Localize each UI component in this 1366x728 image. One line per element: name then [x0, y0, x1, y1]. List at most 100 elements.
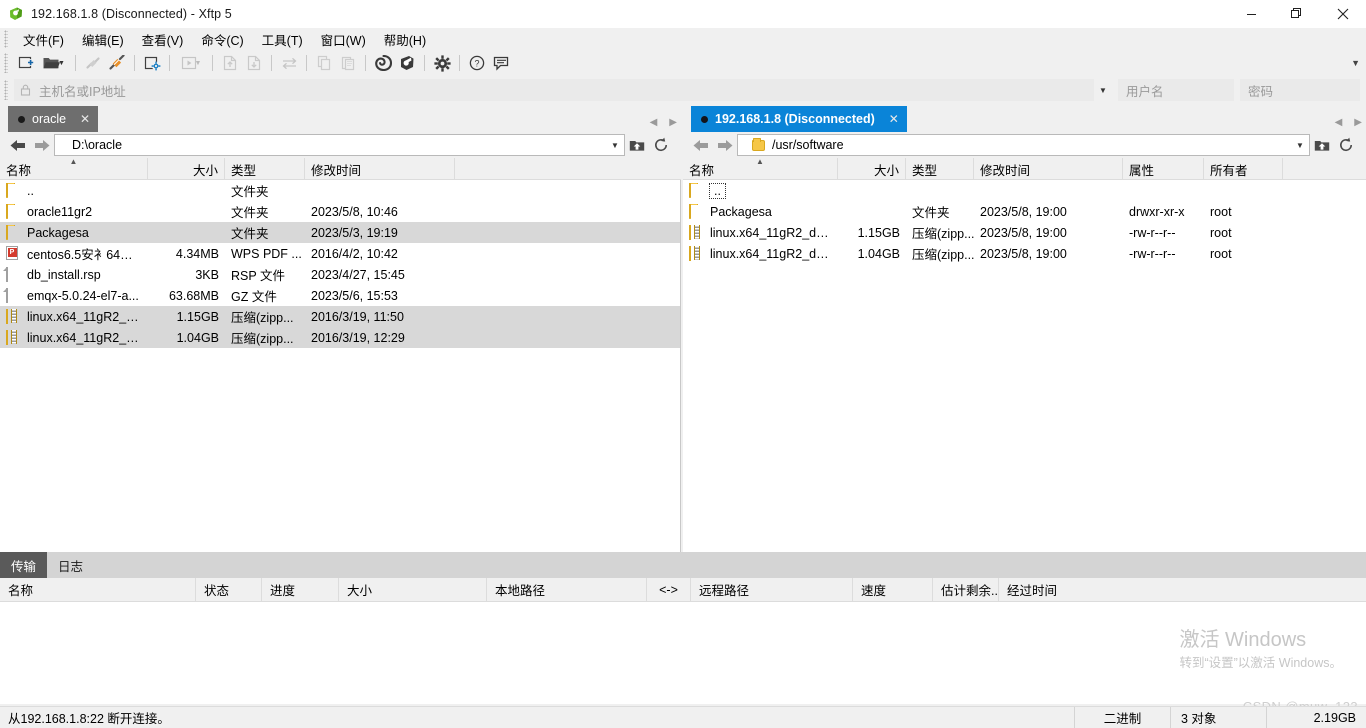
table-row[interactable]: .. 文件夹	[0, 180, 680, 201]
table-row[interactable]: linux.x64_11gR2_dat... 1.04GB 压缩(zipp... 20…	[683, 243, 1366, 264]
local-path-chevron-down-icon[interactable]: ▼	[606, 135, 624, 155]
remote-file-list[interactable]: .. Packagesa 文件夹 2023/5/8, 19:00 drwxr-xr-x r…	[683, 180, 1366, 552]
tab-prev-icon[interactable]: ◀	[1335, 117, 1343, 128]
tab-next-icon[interactable]: ▶	[669, 117, 677, 128]
table-row[interactable]: linux.x64_11gR2_dat... 1.15GB 压缩(zipp... 20…	[683, 222, 1366, 243]
addressbar-drag-grip[interactable]	[4, 80, 8, 100]
session-properties-icon[interactable]	[140, 52, 164, 74]
remote-refresh-icon[interactable]	[1334, 134, 1358, 156]
open-folder-icon[interactable]: ▼	[38, 52, 70, 74]
table-row[interactable]: Pcentos6.5安衤64位o... 4.34MB WPS PDF ... 2016…	[0, 243, 680, 264]
table-row[interactable]: Packagesa 文件夹 2023/5/3, 19:19	[0, 222, 680, 243]
menu-tools[interactable]: 工具(T)	[253, 28, 312, 51]
feedback-balloon-icon[interactable]	[489, 52, 513, 74]
remote-forward-arrow-icon[interactable]	[713, 134, 737, 156]
xcol-remote-path[interactable]: 远程路径	[691, 578, 853, 601]
table-row[interactable]: linux.x64_11gR2_dat... 1.15GB 压缩(zipp... 20…	[0, 306, 680, 327]
chevron-down-icon[interactable]: ▼	[58, 60, 65, 67]
table-row[interactable]: Packagesa 文件夹 2023/5/8, 19:00 drwxr-xr-x roo…	[683, 201, 1366, 222]
local-col-modified[interactable]: 修改时间	[305, 158, 455, 180]
local-path-input[interactable]: D:\oracle ▼	[54, 134, 625, 156]
help-question-icon[interactable]: ?	[465, 52, 489, 74]
chevron-down-icon[interactable]: ▼	[195, 60, 202, 67]
watermark-line1: 激活 Windows	[1179, 629, 1307, 651]
connect-icon[interactable]	[81, 52, 105, 74]
status-total-size: 2.19GB	[1266, 706, 1366, 728]
local-col-type[interactable]: 类型	[225, 158, 305, 180]
table-row[interactable]: ..	[683, 180, 1366, 201]
xcol-direction[interactable]: <->	[647, 578, 691, 601]
disconnect-icon[interactable]	[105, 52, 129, 74]
toolbar-overflow-icon[interactable]: ▼	[1351, 58, 1360, 68]
options-gear-icon[interactable]	[430, 52, 454, 74]
tab-prev-icon[interactable]: ◀	[650, 117, 658, 128]
username-input[interactable]: 用户名	[1118, 79, 1234, 101]
new-session-icon[interactable]	[14, 52, 38, 74]
tab-remote-session[interactable]: 192.168.1.8 (Disconnected) ✕	[691, 106, 907, 132]
tab-close-icon[interactable]: ✕	[80, 112, 90, 126]
menu-help[interactable]: 帮助(H)	[375, 28, 435, 51]
tab-transfer[interactable]: 传输	[0, 552, 48, 578]
synchronize-icon[interactable]	[277, 52, 301, 74]
local-refresh-icon[interactable]	[649, 134, 673, 156]
table-row[interactable]: emqx-5.0.24-el7-a... 63.68MB GZ 文件 2023/5/6…	[0, 285, 680, 306]
remote-up-folder-icon[interactable]	[1310, 134, 1334, 156]
local-up-folder-icon[interactable]	[625, 134, 649, 156]
local-file-list[interactable]: .. 文件夹 oracle11gr2 文件夹 2023/5/8, 10:46 Packag…	[0, 180, 681, 552]
cell-attrs: -rw-r--r--	[1129, 225, 1176, 240]
menu-window[interactable]: 窗口(W)	[312, 28, 375, 51]
table-row[interactable]: linux.x64_11gR2_dat... 1.04GB 压缩(zipp... 20…	[0, 327, 680, 348]
local-tabstrip: oracle ✕ ◀ ▶	[0, 104, 681, 132]
menu-drag-grip[interactable]	[4, 30, 8, 48]
tab-oracle[interactable]: oracle ✕	[8, 106, 99, 132]
xcol-name[interactable]: 名称	[0, 578, 196, 601]
transfer-to-remote-icon[interactable]	[218, 52, 242, 74]
menu-view[interactable]: 查看(V)	[133, 28, 193, 51]
xmanager-icon[interactable]	[395, 52, 419, 74]
remote-col-name[interactable]: 名称 ▲	[683, 158, 838, 180]
remote-back-arrow-icon[interactable]	[689, 134, 713, 156]
remote-path-chevron-down-icon[interactable]: ▼	[1291, 135, 1309, 155]
remote-col-type[interactable]: 类型	[906, 158, 974, 180]
xcol-local-path[interactable]: 本地路径	[487, 578, 647, 601]
menu-command[interactable]: 命令(C)	[192, 28, 252, 51]
run-script-icon[interactable]: ▼	[175, 52, 207, 74]
xcol-eta[interactable]: 估计剩余...	[933, 578, 999, 601]
remote-col-size[interactable]: 大小	[838, 158, 906, 180]
local-col-name[interactable]: 名称 ▲	[0, 158, 148, 180]
local-forward-arrow-icon[interactable]	[30, 134, 54, 156]
menu-file[interactable]: 文件(F)	[14, 28, 73, 51]
xcol-elapsed[interactable]: 经过时间	[999, 578, 1119, 601]
xcol-status[interactable]: 状态	[196, 578, 262, 601]
maximize-restore-button[interactable]	[1274, 0, 1320, 28]
transfer-list-body[interactable]: 激活 Windows 转到“设置”以激活 Windows。	[0, 602, 1366, 702]
remote-col-owner[interactable]: 所有者	[1204, 158, 1283, 180]
toolbar-drag-grip[interactable]	[4, 53, 8, 73]
remote-path-input[interactable]: /usr/software ▼	[737, 134, 1310, 156]
local-back-arrow-icon[interactable]	[6, 134, 30, 156]
xshell-icon[interactable]	[371, 52, 395, 74]
paste-icon[interactable]	[336, 52, 360, 74]
copy-icon[interactable]	[312, 52, 336, 74]
title-bar: 192.168.1.8 (Disconnected) - Xftp 5	[0, 0, 1366, 28]
tab-close-icon[interactable]: ✕	[889, 112, 899, 126]
table-row[interactable]: oracle11gr2 文件夹 2023/5/8, 10:46	[0, 201, 680, 222]
xcol-speed[interactable]: 速度	[853, 578, 933, 601]
host-history-chevron-down-icon[interactable]: ▼	[1094, 79, 1112, 101]
host-placeholder-text: 主机名或IP地址	[39, 84, 126, 99]
tab-log[interactable]: 日志	[47, 552, 94, 578]
xcol-size[interactable]: 大小	[339, 578, 487, 601]
xcol-progress[interactable]: 进度	[262, 578, 339, 601]
minimize-button[interactable]	[1228, 0, 1274, 28]
svg-text:?: ?	[474, 58, 479, 68]
tab-next-icon[interactable]: ▶	[1354, 117, 1362, 128]
menu-edit[interactable]: 编辑(E)	[73, 28, 133, 51]
transfer-to-local-icon[interactable]	[242, 52, 266, 74]
local-col-size[interactable]: 大小	[148, 158, 225, 180]
remote-col-modified[interactable]: 修改时间	[974, 158, 1123, 180]
remote-col-attrs[interactable]: 属性	[1123, 158, 1204, 180]
host-input[interactable]: 主机名或IP地址	[14, 79, 1094, 101]
table-row[interactable]: db_install.rsp 3KB RSP 文件 2023/4/27, 15:45	[0, 264, 680, 285]
close-button[interactable]	[1320, 0, 1366, 28]
password-input[interactable]: 密码	[1240, 79, 1360, 101]
